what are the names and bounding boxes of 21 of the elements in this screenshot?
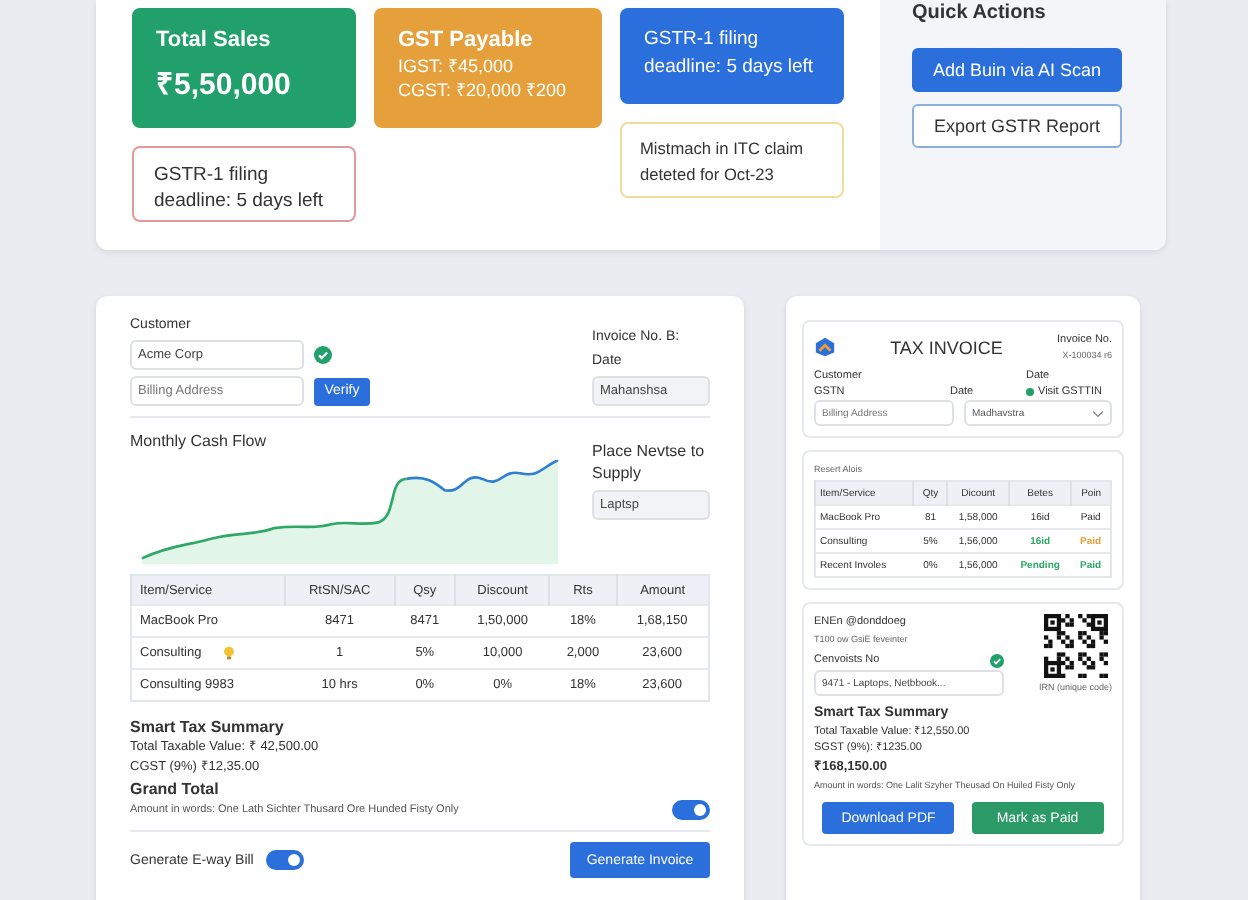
stat-title: GSTR-1 filing deadline: 5 days left xyxy=(644,26,816,82)
stat-value: ₹5,50,000 xyxy=(156,66,293,102)
field-label: Place Nevtse to Supply xyxy=(592,440,707,484)
invoice-title: TAX INVOICE xyxy=(888,337,1005,357)
alert-text: Mistmach in ITC claim deteted for Oct-23 xyxy=(640,138,804,184)
action-button[interactable]: Export GSTR Report xyxy=(912,104,1122,148)
grand-total-label: Grand Total xyxy=(130,778,221,800)
chart-title: Monthly Cash Flow xyxy=(130,430,269,452)
stat-line: CGST: ₹20,000 ₹200 xyxy=(398,78,569,102)
stat-title: Total Sales xyxy=(156,26,273,54)
stat-line: IGST: ₹45,000 xyxy=(398,54,516,78)
action-button[interactable]: Add Buin via AI Scan xyxy=(912,48,1122,92)
summary-title: Smart Tax Summary xyxy=(130,716,286,738)
chevron-icon xyxy=(1092,409,1104,417)
toggle-switch[interactable] xyxy=(265,850,304,870)
panel-title: Quick Actions xyxy=(912,2,1048,24)
stat-title: GST Payable xyxy=(398,26,535,54)
qr-code-drawing xyxy=(1043,614,1108,678)
toggle-switch[interactable] xyxy=(672,800,710,820)
alert-text: GSTR-1 filing deadline: 5 days left xyxy=(154,164,324,212)
logo-icon xyxy=(814,336,836,358)
